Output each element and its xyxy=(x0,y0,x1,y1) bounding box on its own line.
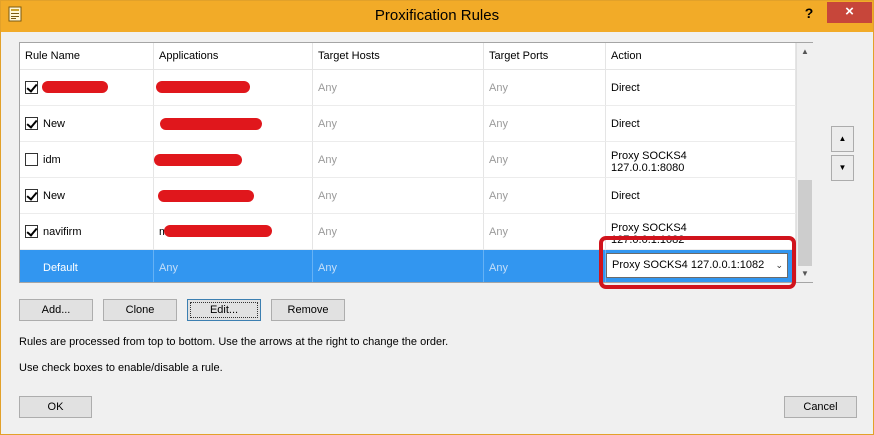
rule-name: New xyxy=(43,117,66,130)
proxification-rules-dialog: Proxification Rules ? × Rule Name Applic… xyxy=(0,0,874,435)
rule-target-ports: Any xyxy=(484,106,606,142)
table-scrollbar[interactable]: ▲ ▼ xyxy=(796,43,813,282)
rule-enabled-checkbox[interactable] xyxy=(25,81,38,94)
edit-rule-button[interactable]: Edit... xyxy=(187,299,261,321)
move-down-button[interactable]: ▼ xyxy=(831,155,854,181)
column-header-target-hosts[interactable]: Target Hosts xyxy=(313,43,484,70)
rule-target-hosts: Any xyxy=(313,70,484,106)
rule-target-ports: Any xyxy=(484,250,606,282)
scroll-thumb[interactable] xyxy=(798,180,812,266)
redaction-mark xyxy=(156,81,250,93)
rule-name: navifirm xyxy=(43,225,82,238)
rule-action-type: Proxy SOCKS4 xyxy=(611,149,687,162)
rule-name: idm xyxy=(43,153,61,166)
cancel-button[interactable]: Cancel xyxy=(784,396,857,418)
rule-target-ports: Any xyxy=(484,214,606,250)
redaction-mark xyxy=(154,154,242,166)
order-hint-text: Rules are processed from top to bottom. … xyxy=(19,336,449,348)
rule-name: New xyxy=(43,189,66,202)
rule-enabled-checkbox[interactable] xyxy=(25,225,38,238)
annotation-highlight-ring xyxy=(599,236,796,289)
rule-enabled-checkbox[interactable] xyxy=(25,117,38,130)
rule-name: Default xyxy=(20,250,154,282)
rule-enabled-checkbox[interactable] xyxy=(25,189,38,202)
column-header-rule-name[interactable]: Rule Name xyxy=(20,43,154,70)
redaction-mark xyxy=(160,118,262,130)
column-header-action[interactable]: Action xyxy=(606,43,796,70)
redaction-mark xyxy=(42,81,108,93)
redaction-mark xyxy=(158,190,254,202)
rule-enabled-checkbox[interactable] xyxy=(25,153,38,166)
rule-action: Direct xyxy=(606,106,796,142)
rule-target-hosts: Any xyxy=(313,214,484,250)
rule-action-type: Proxy SOCKS4 xyxy=(611,221,687,234)
redaction-mark xyxy=(164,225,272,237)
rule-target-ports: Any xyxy=(484,142,606,178)
rule-target-ports: Any xyxy=(484,178,606,214)
scroll-up-arrow-icon[interactable]: ▲ xyxy=(797,43,813,60)
help-button[interactable]: ? xyxy=(797,3,821,25)
move-up-button[interactable]: ▲ xyxy=(831,126,854,152)
ok-button[interactable]: OK xyxy=(19,396,92,418)
column-header-applications[interactable]: Applications xyxy=(154,43,313,70)
rule-action: Proxy SOCKS4 127.0.0.1:8080 xyxy=(606,142,796,178)
checkbox-hint-text: Use check boxes to enable/disable a rule… xyxy=(19,362,223,374)
clone-rule-button[interactable]: Clone xyxy=(103,299,177,321)
rule-target-hosts: Any xyxy=(313,142,484,178)
add-rule-button[interactable]: Add... xyxy=(19,299,93,321)
rule-action: Direct xyxy=(606,178,796,214)
rule-target-hosts: Any xyxy=(313,250,484,282)
rule-target-hosts: Any xyxy=(313,178,484,214)
rule-action-address: 127.0.0.1:8080 xyxy=(611,161,685,174)
remove-rule-button[interactable]: Remove xyxy=(271,299,345,321)
rule-target-ports: Any xyxy=(484,70,606,106)
rule-applications: Any xyxy=(154,250,313,282)
column-header-target-ports[interactable]: Target Ports xyxy=(484,43,606,70)
window-title: Proxification Rules xyxy=(374,7,500,24)
close-button[interactable]: × xyxy=(827,2,872,23)
scroll-down-arrow-icon[interactable]: ▼ xyxy=(797,265,813,282)
rule-target-hosts: Any xyxy=(313,106,484,142)
rule-action: Direct xyxy=(606,70,796,106)
title-bar: Proxification Rules ? × xyxy=(1,1,873,32)
